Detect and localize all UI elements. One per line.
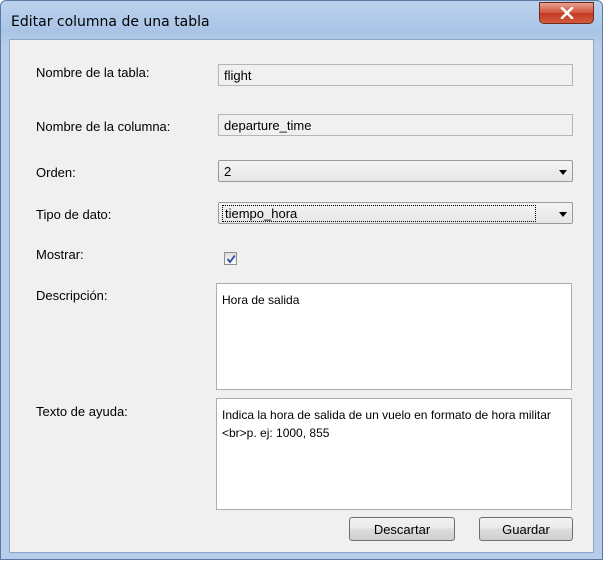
data-type-select-value: tiempo_hora <box>222 205 536 222</box>
chevron-down-icon <box>559 170 567 175</box>
description-label: Descripción: <box>36 288 108 303</box>
table-name-field: flight <box>218 64 573 86</box>
column-name-label: Nombre de la columna: <box>36 119 171 134</box>
dialog-body: Nombre de la tabla: flight Nombre de la … <box>9 39 594 553</box>
order-select-value: 2 <box>224 164 232 179</box>
table-name-label: Nombre de la tabla: <box>36 65 150 80</box>
title-bar[interactable]: Editar columna de una tabla <box>1 1 602 39</box>
checkmark-icon <box>226 254 236 263</box>
order-label: Orden: <box>36 165 76 180</box>
chevron-down-icon <box>559 212 567 217</box>
help-text-textarea[interactable]: Indica la hora de salida de un vuelo en … <box>216 398 572 510</box>
description-textarea[interactable]: Hora de salida <box>216 283 572 390</box>
data-type-label: Tipo de dato: <box>36 207 112 222</box>
show-label: Mostrar: <box>36 247 84 262</box>
column-name-field[interactable]: departure_time <box>218 114 573 136</box>
discard-button[interactable]: Descartar <box>349 517 455 541</box>
save-button[interactable]: Guardar <box>479 517 573 541</box>
data-type-select[interactable]: tiempo_hora <box>218 202 573 224</box>
show-checkbox[interactable] <box>224 252 237 265</box>
close-button[interactable] <box>539 2 594 24</box>
window-title: Editar columna de una tabla <box>11 14 210 30</box>
order-select[interactable]: 2 <box>218 160 573 182</box>
close-icon <box>560 7 573 19</box>
dialog-window: Editar columna de una tabla Nombre de la… <box>0 0 603 560</box>
help-text-label: Texto de ayuda: <box>36 404 128 419</box>
